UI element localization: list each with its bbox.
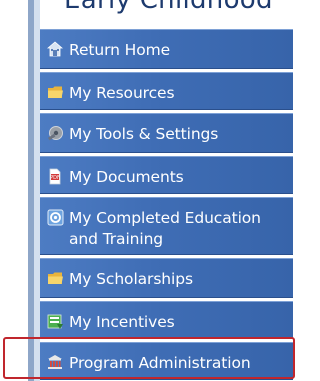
site-header: Early Childhood [40, 0, 296, 28]
sidebar-item-label: My Resources [69, 84, 175, 102]
home-icon [46, 40, 64, 58]
folder-icon [46, 269, 64, 287]
sidebar-item-my-completed-education[interactable]: My Completed Education and Training [40, 197, 293, 255]
sidebar-item-my-resources[interactable]: My Resources [40, 72, 293, 110]
sidebar-item-label: Return Home [69, 41, 171, 59]
tools-icon [46, 124, 64, 142]
app-window: Early Childhood Return Home My Resources… [0, 0, 296, 381]
incentives-icon [46, 312, 64, 330]
sidebar-item-label: My Scholarships [69, 270, 193, 288]
sidebar-item-my-tools-settings[interactable]: My Tools & Settings [40, 113, 293, 153]
sidebar-menu: Return Home My Resources My Tools & Sett… [40, 29, 293, 381]
site-title: Early Childhood [64, 0, 273, 15]
sidebar-item-label: My Completed Education and Training [69, 209, 261, 248]
sidebar-item-my-documents[interactable]: PDF My Documents [40, 156, 293, 194]
sidebar-item-return-home[interactable]: Return Home [40, 29, 293, 69]
sidebar-item-my-incentives[interactable]: My Incentives [40, 301, 293, 339]
sidebar-item-label: My Tools & Settings [69, 125, 219, 143]
highlight-annotation [3, 337, 295, 379]
sidebar-item-my-scholarships[interactable]: My Scholarships [40, 258, 293, 298]
svg-text:PDF: PDF [50, 175, 60, 181]
education-icon [46, 208, 64, 226]
document-icon: PDF [46, 167, 64, 185]
sidebar-item-label: My Incentives [69, 313, 175, 331]
sidebar-item-label: My Documents [69, 168, 184, 186]
folder-icon [46, 83, 64, 101]
